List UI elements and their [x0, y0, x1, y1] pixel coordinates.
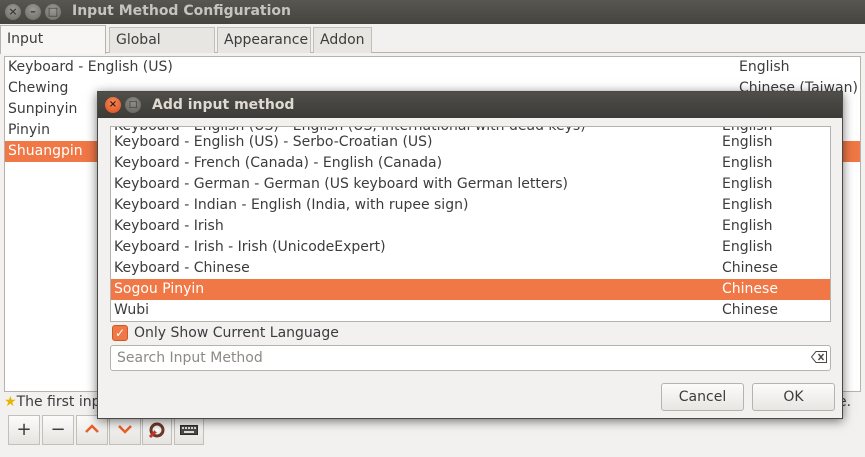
input-method-name: Keyboard - French (Canada) - English (Ca… — [114, 155, 443, 171]
input-method-name: Keyboard - Irish — [114, 218, 224, 234]
move-up-button[interactable] — [76, 415, 108, 445]
list-item[interactable]: Wubi Chinese (China) — [111, 300, 830, 321]
input-method-name: Chewing — [8, 80, 69, 96]
input-method-language: Chinese — [722, 260, 778, 276]
only-current-language-label: Only Show Current Language — [134, 325, 339, 341]
dialog-titlebar: × □ Add input method — [98, 92, 842, 118]
input-method-language: English — [722, 218, 773, 234]
input-method-language: English — [739, 59, 790, 75]
input-method-language: Chinese (China) — [722, 302, 778, 318]
search-field[interactable] — [110, 345, 831, 371]
input-method-name: Keyboard - German - German (US keyboard … — [114, 176, 568, 192]
window-close-button[interactable]: × — [5, 4, 21, 20]
chevron-up-icon — [85, 422, 99, 438]
window-minimize-button[interactable]: – — [25, 4, 41, 20]
ok-button[interactable]: OK — [752, 383, 835, 411]
input-method-language: English — [722, 155, 773, 171]
input-method-name: Wubi — [114, 302, 149, 318]
dialog-maximize-button[interactable]: □ — [125, 97, 141, 113]
input-method-language: English — [722, 134, 773, 150]
dialog-close-button[interactable]: × — [105, 97, 121, 113]
list-item[interactable]: Keyboard - German - German (US keyboard … — [111, 174, 830, 195]
remove-input-method-button[interactable]: − — [42, 415, 74, 445]
configure-button[interactable] — [142, 415, 172, 445]
keyboard-layout-button[interactable] — [174, 415, 204, 445]
list-item[interactable]: Keyboard - French (Canada) - English (Ca… — [111, 153, 830, 174]
input-method-language: English — [722, 197, 773, 213]
input-method-name: Shuangpin — [8, 143, 83, 159]
tab-bar: Input Method Global Config Appearance Ad… — [0, 24, 865, 73]
keyboard-icon — [180, 424, 198, 438]
input-method-name: Keyboard - English (US) — [8, 59, 173, 75]
chevron-down-icon — [118, 422, 132, 438]
main-window-titlebar: × – □ Input Method Configuration — [0, 0, 865, 24]
clear-search-icon[interactable] — [810, 351, 827, 363]
list-item[interactable]: Keyboard - English (US) - Serbo-Croatian… — [111, 132, 830, 153]
input-method-name: Sunpinyin — [8, 101, 78, 117]
window-title: Input Method Configuration — [72, 3, 291, 19]
input-method-name: Keyboard - Indian - English (India, with… — [114, 197, 469, 213]
input-method-language: English — [722, 176, 773, 192]
search-input[interactable] — [113, 347, 793, 369]
input-method-name: Keyboard - English (US) - Serbo-Croatian… — [114, 134, 433, 150]
available-input-method-list[interactable]: Keyboard - English (US) - English (US, i… — [110, 126, 831, 322]
input-method-name: Keyboard - Irish - Irish (UnicodeExpert) — [114, 239, 386, 255]
list-item-selected[interactable]: Sogou Pinyin Chinese (China) — [111, 279, 830, 318]
hint-label: The first inp — [16, 394, 101, 410]
add-input-method-dialog: × □ Add input method Keyboard - English … — [97, 91, 843, 419]
list-item[interactable]: Keyboard - English (US) English — [5, 57, 860, 78]
input-method-name: Sogou Pinyin — [114, 281, 205, 297]
input-method-name: Keyboard - Chinese — [114, 260, 250, 276]
star-icon: ★ — [4, 394, 17, 410]
tab-input-method[interactable]: Input Method — [0, 25, 106, 73]
list-item[interactable]: Keyboard - Irish - Irish (UnicodeExpert)… — [111, 237, 830, 258]
add-input-method-button[interactable]: + — [8, 415, 40, 445]
hint-text: ★The first inp — [4, 393, 101, 411]
dialog-title: Add input method — [152, 97, 295, 113]
configure-icon — [146, 422, 168, 446]
move-down-button[interactable] — [109, 415, 141, 445]
only-current-language-checkbox[interactable]: ✓ — [112, 325, 128, 341]
list-item[interactable]: Keyboard - Indian - English (India, with… — [111, 195, 830, 216]
tab-addon[interactable]: Addon — [313, 27, 372, 53]
tab-appearance[interactable]: Appearance — [217, 27, 311, 53]
input-method-name: Pinyin — [8, 122, 50, 138]
input-method-language: English — [722, 239, 773, 255]
cancel-button[interactable]: Cancel — [661, 383, 744, 411]
window-maximize-button[interactable]: □ — [45, 4, 61, 20]
tab-global-config[interactable]: Global Config — [109, 27, 215, 72]
list-item[interactable]: Keyboard - Chinese Chinese — [111, 258, 830, 279]
list-item[interactable]: Keyboard - Irish English — [111, 216, 830, 237]
